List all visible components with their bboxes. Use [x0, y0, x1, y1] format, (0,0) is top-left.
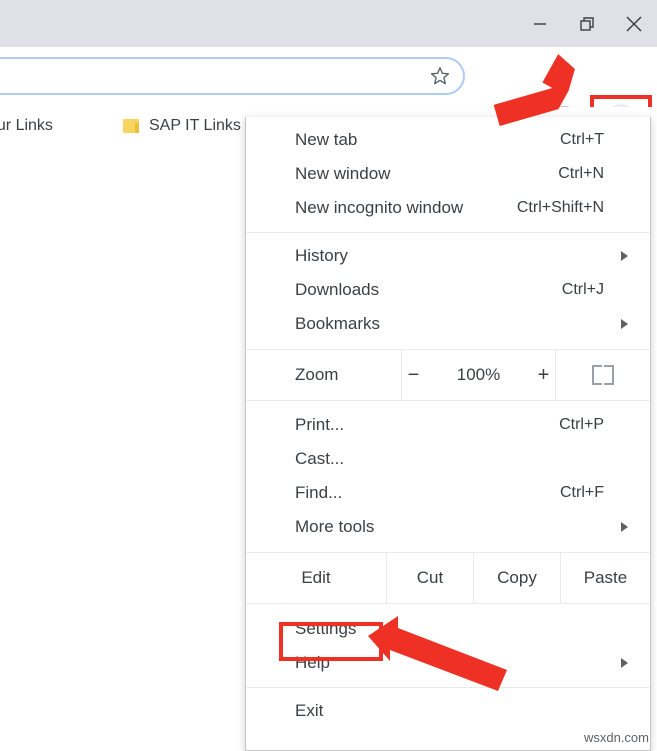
menu-item-label: Exit [295, 701, 323, 721]
menu-spacer [246, 544, 650, 552]
menu-item-shortcut: Ctrl+P [559, 416, 604, 434]
menu-item-downloads[interactable]: Downloads Ctrl+J [246, 273, 650, 307]
menu-spacer [246, 401, 650, 408]
minimize-button[interactable] [516, 0, 563, 47]
restore-button[interactable] [563, 0, 610, 47]
menu-item-shortcut: Ctrl+F [560, 484, 604, 502]
copy-button[interactable]: Copy [473, 553, 560, 603]
menu-group-tools: Print... Ctrl+P Cast... Find... Ctrl+F M… [246, 408, 650, 544]
menu-group-new: New tab Ctrl+T New window Ctrl+N New inc… [246, 117, 650, 225]
cut-button[interactable]: Cut [386, 553, 473, 603]
menu-item-more-tools[interactable]: More tools [246, 510, 650, 544]
menu-divider [246, 687, 650, 688]
zoom-level-value: 100% [452, 365, 506, 385]
menu-group-settings: Settings Help [246, 612, 650, 680]
menu-item-label: Bookmarks [295, 314, 380, 334]
folder-icon [123, 118, 141, 134]
bookmark-label: ncur Links [0, 117, 53, 135]
menu-item-new-window[interactable]: New window Ctrl+N [246, 157, 650, 191]
menu-group-browse: History Downloads Ctrl+J Bookmarks [246, 239, 650, 341]
zoom-out-button[interactable]: − [404, 364, 424, 387]
menu-row-edit: Edit Cut Copy Paste [246, 552, 650, 604]
watermark: wsxdn.com [584, 730, 649, 745]
menu-item-label: Settings [295, 619, 356, 639]
menu-item-shortcut: Ctrl+T [560, 131, 604, 149]
menu-item-label: Find... [295, 483, 342, 503]
menu-item-shortcut: Ctrl+J [562, 281, 604, 299]
bookmark-item-sap-it-links[interactable]: SAP IT Links [123, 107, 241, 145]
menu-spacer [246, 604, 650, 612]
zoom-label: Zoom [246, 350, 401, 400]
close-button[interactable] [610, 0, 657, 47]
zoom-in-button[interactable]: + [534, 364, 554, 387]
menu-spacer [246, 341, 650, 349]
menu-item-label: Downloads [295, 280, 379, 300]
menu-item-exit[interactable]: Exit [246, 694, 650, 728]
menu-item-label: New tab [295, 130, 357, 150]
minimize-icon [529, 13, 551, 35]
chevron-right-icon [621, 522, 628, 532]
menu-item-label: Help [295, 653, 330, 673]
menu-item-new-incognito-window[interactable]: New incognito window Ctrl+Shift+N [246, 191, 650, 225]
window-title-bar [0, 0, 657, 47]
menu-item-new-tab[interactable]: New tab Ctrl+T [246, 123, 650, 157]
menu-item-bookmarks[interactable]: Bookmarks [246, 307, 650, 341]
window-controls [516, 0, 657, 47]
menu-item-help[interactable]: Help [246, 646, 650, 680]
bookmark-item-concur-links[interactable]: ncur Links [0, 107, 53, 145]
menu-group-exit: Exit [246, 694, 650, 728]
chevron-right-icon [621, 251, 628, 261]
menu-item-print[interactable]: Print... Ctrl+P [246, 408, 650, 442]
fullscreen-icon [592, 365, 614, 385]
address-bar[interactable] [0, 57, 465, 95]
menu-item-label: Print... [295, 415, 344, 435]
restore-icon [576, 13, 598, 35]
menu-item-label: New window [295, 164, 390, 184]
menu-item-settings[interactable]: Settings [246, 612, 650, 646]
menu-item-label: History [295, 246, 348, 266]
menu-item-label: More tools [295, 517, 374, 537]
menu-item-history[interactable]: History [246, 239, 650, 273]
menu-item-find[interactable]: Find... Ctrl+F [246, 476, 650, 510]
menu-item-label: Cast... [295, 449, 344, 469]
browser-toolbar: off [0, 47, 657, 107]
menu-item-cast[interactable]: Cast... [246, 442, 650, 476]
chevron-right-icon [621, 319, 628, 329]
close-icon [622, 12, 646, 36]
zoom-controls: − 100% + [401, 350, 556, 400]
browser-window: off ncur Links [0, 0, 657, 751]
edit-label: Edit [246, 553, 386, 603]
chrome-main-menu: New tab Ctrl+T New window Ctrl+N New inc… [245, 117, 651, 751]
fullscreen-button[interactable] [556, 350, 650, 400]
menu-item-shortcut: Ctrl+N [558, 165, 604, 183]
menu-item-label: New incognito window [295, 198, 463, 218]
menu-item-shortcut: Ctrl+Shift+N [517, 199, 604, 217]
bookmark-star-icon[interactable] [429, 65, 451, 87]
chevron-right-icon [621, 658, 628, 668]
menu-row-zoom: Zoom − 100% + [246, 349, 650, 401]
menu-divider [246, 232, 650, 233]
bookmark-label: SAP IT Links [149, 117, 241, 135]
paste-button[interactable]: Paste [560, 553, 650, 603]
